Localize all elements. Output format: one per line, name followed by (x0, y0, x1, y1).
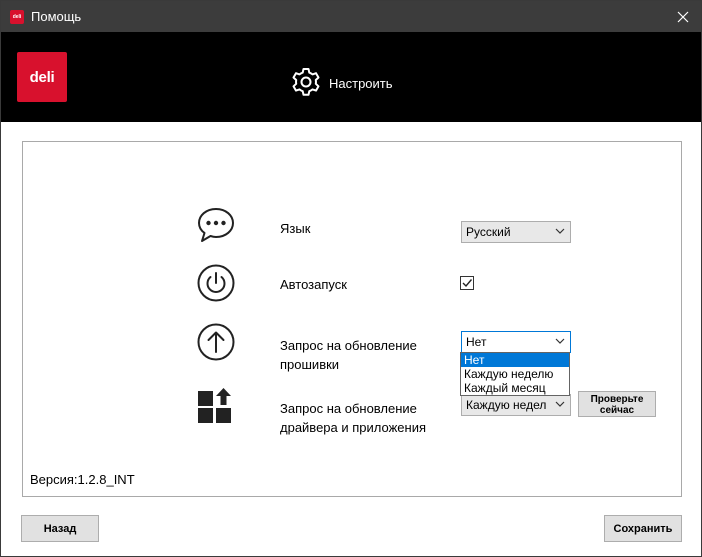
checkmark-icon (462, 279, 473, 288)
close-icon (677, 11, 689, 22)
autostart-label: Автозапуск (280, 277, 347, 292)
language-select-value: Русский (466, 225, 511, 239)
settings-panel (22, 141, 682, 497)
firmware-label: Запрос на обновление прошивки (280, 336, 417, 374)
tab-settings[interactable]: Настроить (289, 66, 393, 100)
driver-update-select[interactable]: Каждую недел (461, 394, 571, 416)
save-button[interactable]: Сохранить (604, 515, 682, 542)
firmware-label-line1: Запрос на обновление (280, 338, 417, 353)
header-bar: deli Настроить (1, 32, 701, 122)
back-button-label: Назад (43, 522, 77, 535)
driver-label-line2: драйвера и приложения (280, 420, 426, 435)
save-button-label: Сохранить (613, 522, 673, 535)
firmware-label-line2: прошивки (280, 357, 340, 372)
dropdown-option-none[interactable]: Нет (461, 353, 569, 367)
chat-bubble-icon (198, 208, 234, 242)
firmware-dropdown-list: Нет Каждую неделю Каждый месяц (460, 352, 570, 396)
app-icon: deli (10, 10, 24, 24)
language-select[interactable]: Русский (461, 221, 571, 243)
power-icon (197, 264, 235, 302)
help-window: deli Помощь deli Настроить Язык Русский (0, 0, 702, 557)
check-now-line2: сейчас (599, 405, 635, 416)
window-title: Помощь (31, 9, 82, 24)
title-bar: deli Помощь (1, 1, 701, 32)
chevron-down-icon (555, 338, 565, 344)
check-now-line1: Проверьте (590, 394, 644, 405)
tab-settings-label: Настроить (329, 75, 393, 91)
firmware-update-select[interactable]: Нет (461, 331, 571, 353)
chevron-down-icon (555, 228, 565, 234)
version-text: Версия:1.2.8_INT (30, 472, 135, 487)
gear-icon (292, 68, 320, 96)
firmware-select-value: Нет (466, 335, 487, 349)
language-label: Язык (280, 221, 311, 236)
dropdown-option-weekly[interactable]: Каждую неделю (461, 367, 569, 381)
driver-label-line1: Запрос на обновление (280, 401, 417, 416)
chevron-down-icon (555, 401, 565, 407)
deli-logo: deli (17, 52, 67, 102)
driver-label: Запрос на обновление драйвера и приложен… (280, 399, 426, 437)
close-button[interactable] (665, 1, 701, 32)
check-now-button[interactable]: Проверьте сейчас (578, 391, 656, 417)
upload-arrow-icon (197, 323, 235, 361)
driver-select-value: Каждую недел (466, 398, 547, 412)
dropdown-option-monthly[interactable]: Каждый месяц (461, 381, 569, 395)
back-button[interactable]: Назад (21, 515, 99, 542)
apps-update-icon (198, 388, 231, 423)
autostart-checkbox[interactable] (460, 276, 474, 290)
